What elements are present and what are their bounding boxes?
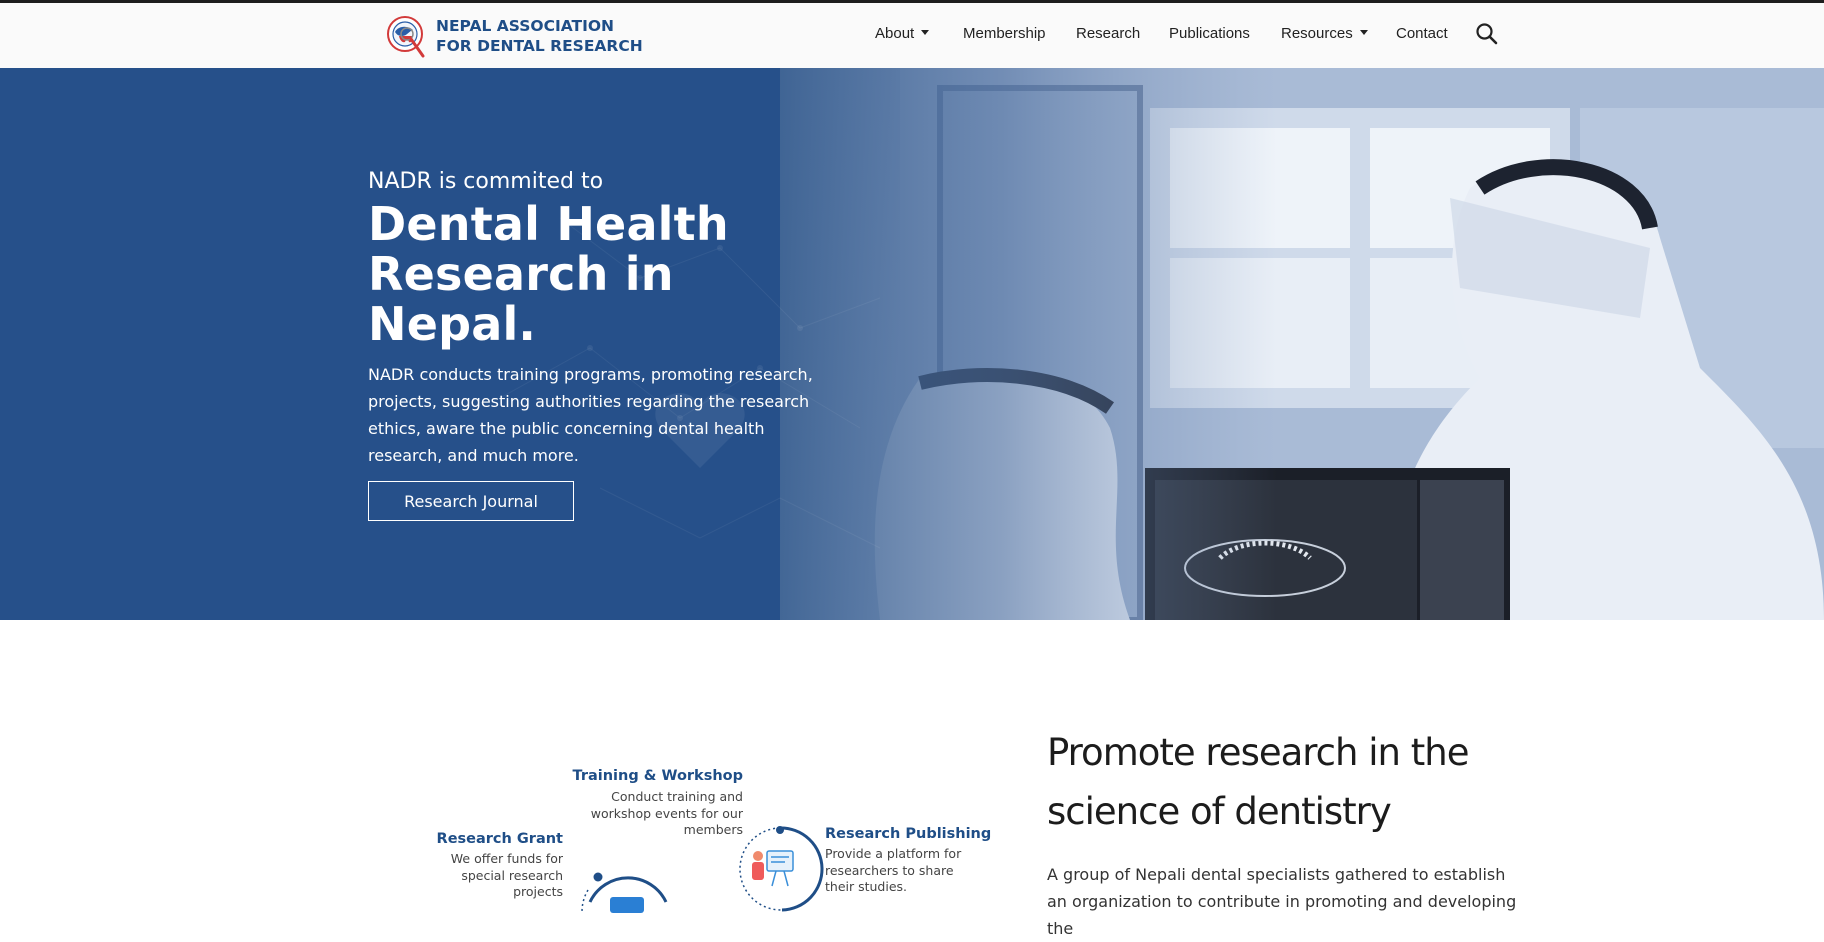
hero-headline-line2: Research in Nepal.: [368, 247, 674, 351]
brand-name-line2: FOR DENTAL RESEARCH: [436, 37, 643, 55]
service-title-grant: Research Grant: [436, 831, 563, 847]
nav-contact[interactable]: Contact: [1396, 25, 1448, 42]
presentation-icon: [752, 850, 794, 887]
nav-publications[interactable]: Publications: [1169, 25, 1250, 42]
feature-title-line2: science of dentistry: [1047, 790, 1392, 833]
feature-title-line1: Promote research in the: [1047, 731, 1469, 774]
navbar: NEPAL ASSOCIATION FOR DENTAL RESEARCH Ab…: [0, 3, 1824, 69]
brand-link[interactable]: NEPAL ASSOCIATION FOR DENTAL RESEARCH: [385, 12, 643, 60]
nav-membership[interactable]: Membership: [963, 25, 1046, 42]
service-desc-training: Conduct training and workshop events for…: [590, 789, 743, 837]
hero-background: [0, 68, 1824, 620]
feature-description: A group of Nepali dental specialists gat…: [1047, 865, 1517, 938]
nav-research-label: Research: [1076, 25, 1141, 42]
hero-headline-line1: Dental Health: [368, 197, 729, 251]
caret-down-icon: [921, 30, 930, 35]
node-dot: [776, 826, 784, 834]
nav-resources-label: Resources: [1281, 25, 1353, 42]
search-icon[interactable]: [1474, 21, 1500, 47]
node-dot: [593, 872, 603, 882]
nav-publications-label: Publications: [1169, 25, 1250, 42]
hero-banner: NADR is commited to Dental Health Resear…: [0, 68, 1824, 620]
hero-content: NADR is commited to Dental Health Resear…: [368, 167, 848, 521]
brand-name-line1: NEPAL ASSOCIATION: [436, 17, 614, 35]
brand-name: NEPAL ASSOCIATION FOR DENTAL RESEARCH: [436, 16, 643, 56]
nav-resources[interactable]: Resources: [1281, 25, 1368, 42]
logo: [387, 16, 425, 58]
service-title-publishing: Research Publishing: [825, 826, 992, 842]
hero-description: NADR conducts training programs, promoti…: [368, 365, 813, 465]
nav-contact-label: Contact: [1396, 25, 1448, 42]
nav-about-label: About: [875, 25, 915, 42]
hero-eyebrow: NADR is commited to: [368, 169, 604, 194]
caret-down-icon: [1359, 30, 1368, 35]
research-journal-button[interactable]: Research Journal: [368, 481, 574, 521]
service-desc-publishing: Provide a platform for researchers to sh…: [825, 846, 962, 894]
document-icon: [610, 897, 644, 913]
feature-title: Promote research in the science of denti…: [1047, 723, 1517, 841]
nav-about[interactable]: About: [875, 25, 930, 42]
nav-research[interactable]: Research: [1076, 25, 1140, 42]
nav-membership-label: Membership: [963, 25, 1046, 42]
service-title-training: Training & Workshop: [572, 768, 743, 784]
service-desc-grant: We offer funds for special research proj…: [450, 851, 563, 899]
hero-headline: Dental Health Research in Nepal.: [368, 199, 848, 349]
